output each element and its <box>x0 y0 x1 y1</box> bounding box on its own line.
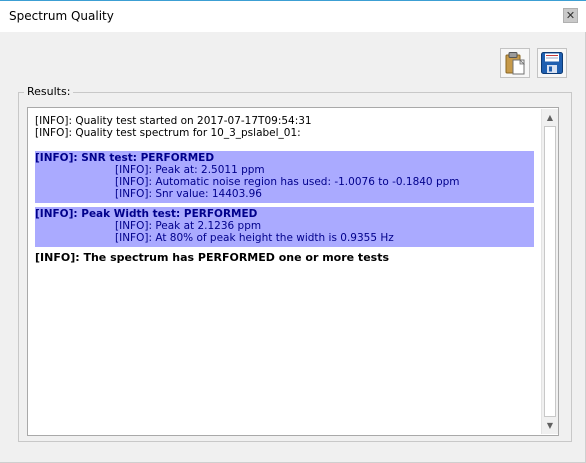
snr-test-block: [INFO]: SNR test: PERFORMED [INFO]: Peak… <box>35 151 534 203</box>
info-line: [INFO]: Quality test spectrum for 10_3_p… <box>35 127 301 139</box>
summary-line: [INFO]: The spectrum has PERFORMED one o… <box>35 251 390 264</box>
peak-width-detail-line: [INFO]: Peak at 2.1236 ppm <box>115 220 262 232</box>
floppy-disk-icon <box>541 52 563 74</box>
window-title: Spectrum Quality <box>9 9 114 23</box>
results-textbox[interactable]: [INFO]: Quality test started on 2017-07-… <box>27 107 559 436</box>
title-bar[interactable]: Spectrum Quality ✕ <box>0 0 586 32</box>
results-label: Results: <box>24 85 74 98</box>
results-content: [INFO]: Quality test started on 2017-07-… <box>35 115 534 265</box>
close-icon: ✕ <box>565 9 576 22</box>
close-button[interactable]: ✕ <box>563 8 578 23</box>
info-line: [INFO]: Quality test started on 2017-07-… <box>35 115 312 127</box>
snr-detail-line: [INFO]: Automatic noise region has used:… <box>115 176 460 188</box>
scroll-down-button[interactable]: ▼ <box>542 417 558 433</box>
copy-to-clipboard-button[interactable] <box>500 48 530 78</box>
peak-width-test-block: [INFO]: Peak Width test: PERFORMED [INFO… <box>35 207 534 247</box>
peak-width-detail-line: [INFO]: At 80% of peak height the width … <box>115 232 394 244</box>
snr-detail-line: [INFO]: Peak at: 2.5011 ppm <box>115 164 265 176</box>
spectrum-quality-dialog: Spectrum Quality ✕ Results: [INFO]: Qual… <box>0 0 586 463</box>
save-button[interactable] <box>537 48 567 78</box>
peak-width-test-heading: [INFO]: Peak Width test: PERFORMED <box>35 208 258 220</box>
vertical-scrollbar[interactable]: ▲ ▼ <box>541 109 558 434</box>
arrow-up-icon: ▲ <box>546 112 554 122</box>
scroll-up-button[interactable]: ▲ <box>542 109 558 125</box>
clipboard-icon <box>505 52 525 75</box>
snr-test-heading: [INFO]: SNR test: PERFORMED <box>35 152 215 164</box>
scroll-thumb[interactable] <box>544 126 556 417</box>
snr-detail-line: [INFO]: Snr value: 14403.96 <box>115 188 262 200</box>
arrow-down-icon: ▼ <box>546 420 554 430</box>
